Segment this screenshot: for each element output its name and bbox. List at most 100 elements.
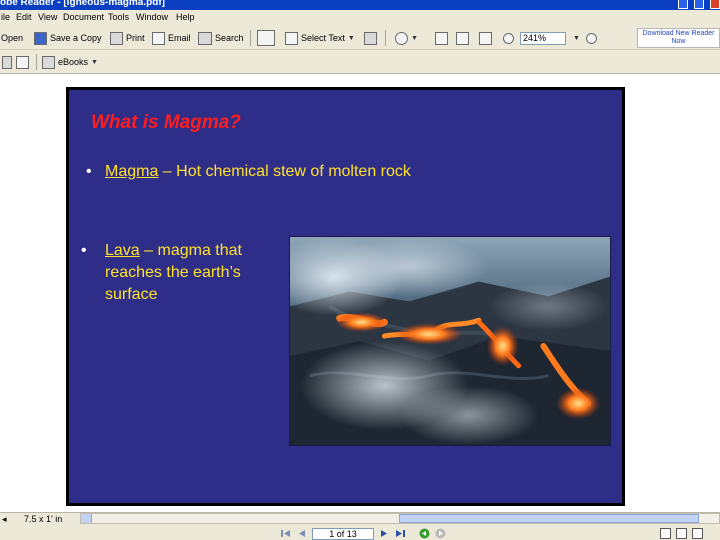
email-label: Email [168,33,191,43]
minus-icon [503,32,514,44]
zoom-in-button[interactable] [586,30,597,46]
zoom-tool-button[interactable]: ▼ [395,30,418,46]
scroll-left-button[interactable] [81,514,92,523]
printer-icon [110,31,123,45]
save-copy-button[interactable]: Save a Copy [34,30,102,46]
title-bar: obe Reader - [igneous-magma.pdf] [0,0,720,10]
chevron-down-icon[interactable]: ▼ [91,59,98,66]
pages-button[interactable] [16,54,29,70]
window-title: obe Reader - [igneous-magma.pdf] [0,0,166,8]
menu-window[interactable]: Window [136,12,168,22]
last-page-icon[interactable] [395,528,406,539]
menu-edit[interactable]: Edit [16,12,32,22]
camera-icon [364,31,377,45]
bullet-text: Lava – magma that reaches the earth’s surf… [105,240,242,306]
text-cursor-icon [285,31,298,45]
zoom-field[interactable]: 241% ▼ [520,30,580,46]
toolbar-separator [250,30,251,46]
actual-size-button[interactable] [435,30,448,46]
next-page-icon[interactable] [379,528,390,539]
chevron-down-icon[interactable]: ▼ [573,35,580,42]
horizontal-scrollbar[interactable] [80,513,720,524]
hand-icon [257,30,275,46]
lava-flow-photo [289,236,611,446]
menu-bar: ile Edit View Document Tools Window Help [0,10,720,26]
chevron-down-icon[interactable]: ▼ [348,35,355,42]
magnifier-icon [395,31,408,45]
term-magma: Magma [105,163,159,180]
first-page-icon[interactable] [280,528,291,539]
continuous-icon[interactable] [676,528,687,539]
bullet-dot: • [86,163,92,180]
page-navigation: 1 of 13 [280,527,446,540]
menu-view[interactable]: View [38,12,57,22]
rotate-button[interactable] [2,54,12,70]
slide-title: What is Magma? [91,112,241,133]
page-actual-icon [435,31,448,45]
search-label: Search [215,33,244,43]
zoom-out-button[interactable] [503,30,514,46]
menu-tools[interactable]: Tools [108,12,129,22]
facing-pages-icon[interactable] [692,528,703,539]
bullet-dot: • [81,242,87,259]
main-toolbar: Open Save a Copy Print Email Search Sele… [0,26,720,50]
menu-document[interactable]: Document [63,12,104,22]
search-button[interactable]: Search [198,30,244,46]
zoom-input[interactable]: 241% [520,31,566,45]
page-fit-icon [456,31,469,45]
snapshot-button[interactable] [364,30,377,46]
term-lava: Lava [105,242,140,259]
toolbar-separator [385,30,386,46]
bullet-lava-line2: reaches the earth’s [105,264,241,281]
slide-page: What is Magma? • Magma – Hot chemical st… [66,87,625,506]
page-number-field[interactable]: 1 of 13 [312,527,374,540]
select-text-label: Select Text [301,33,345,43]
minimize-button[interactable] [678,0,688,9]
floppy-icon [34,31,47,45]
document-view[interactable]: What is Magma? • Magma – Hot chemical st… [0,75,720,512]
open-button[interactable]: Open [1,30,23,46]
scroll-thumb[interactable] [399,514,699,523]
envelope-icon [152,31,165,45]
fit-page-button[interactable] [456,30,469,46]
binoculars-icon [198,31,212,45]
reader-window: obe Reader - [igneous-magma.pdf] ile Edi… [0,0,720,540]
ebooks-button[interactable]: eBooks ▼ [42,54,98,70]
bullet-magma-text: – Hot chemical stew of molten rock [158,163,411,180]
ebooks-label: eBooks [58,57,89,67]
save-copy-label: Save a Copy [50,33,102,43]
plus-icon [586,32,597,44]
previous-page-icon[interactable] [296,528,307,539]
menu-help[interactable]: Help [176,12,195,22]
chevron-down-icon[interactable]: ▼ [411,35,418,42]
pages-icon [16,55,29,69]
fit-width-button[interactable] [479,30,492,46]
maximize-button[interactable] [694,0,704,9]
single-page-icon[interactable] [660,528,671,539]
toolbar-separator [36,54,37,70]
back-icon[interactable] [419,528,430,539]
bullet-lava-line1: – magma that [139,242,242,259]
bullet-magma: • Magma – Hot chemical stew of molten ro… [86,161,606,183]
print-button[interactable]: Print [110,30,145,46]
open-label: Open [1,33,24,43]
page-width-icon [479,31,492,45]
select-text-button[interactable]: Select Text ▼ [285,30,355,46]
page-layout-buttons [660,528,703,539]
rotate-icon [2,55,12,69]
bullet-lava: • Lava – magma that reaches the earth’s su… [81,240,291,310]
menu-file[interactable]: ile [1,12,10,22]
bullet-text: Magma – Hot chemical stew of molten rock [105,161,411,183]
download-reader-banner[interactable]: Download New Reader Now [637,28,720,48]
scroll-left-arrow-icon[interactable]: ◂ [2,514,7,525]
status-bar: ◂ 7.5 x 1' in 1 of 13 [0,512,720,540]
forward-icon[interactable] [435,528,446,539]
close-button[interactable] [710,0,720,9]
hand-tool-button[interactable] [257,30,275,46]
email-button[interactable]: Email [152,30,191,46]
page-size: 7.5 x 1' in [24,514,63,524]
secondary-toolbar: eBooks ▼ [0,50,720,74]
ebook-icon [42,55,55,69]
bullet-lava-line3: surface [105,286,158,303]
print-label: Print [126,33,145,43]
